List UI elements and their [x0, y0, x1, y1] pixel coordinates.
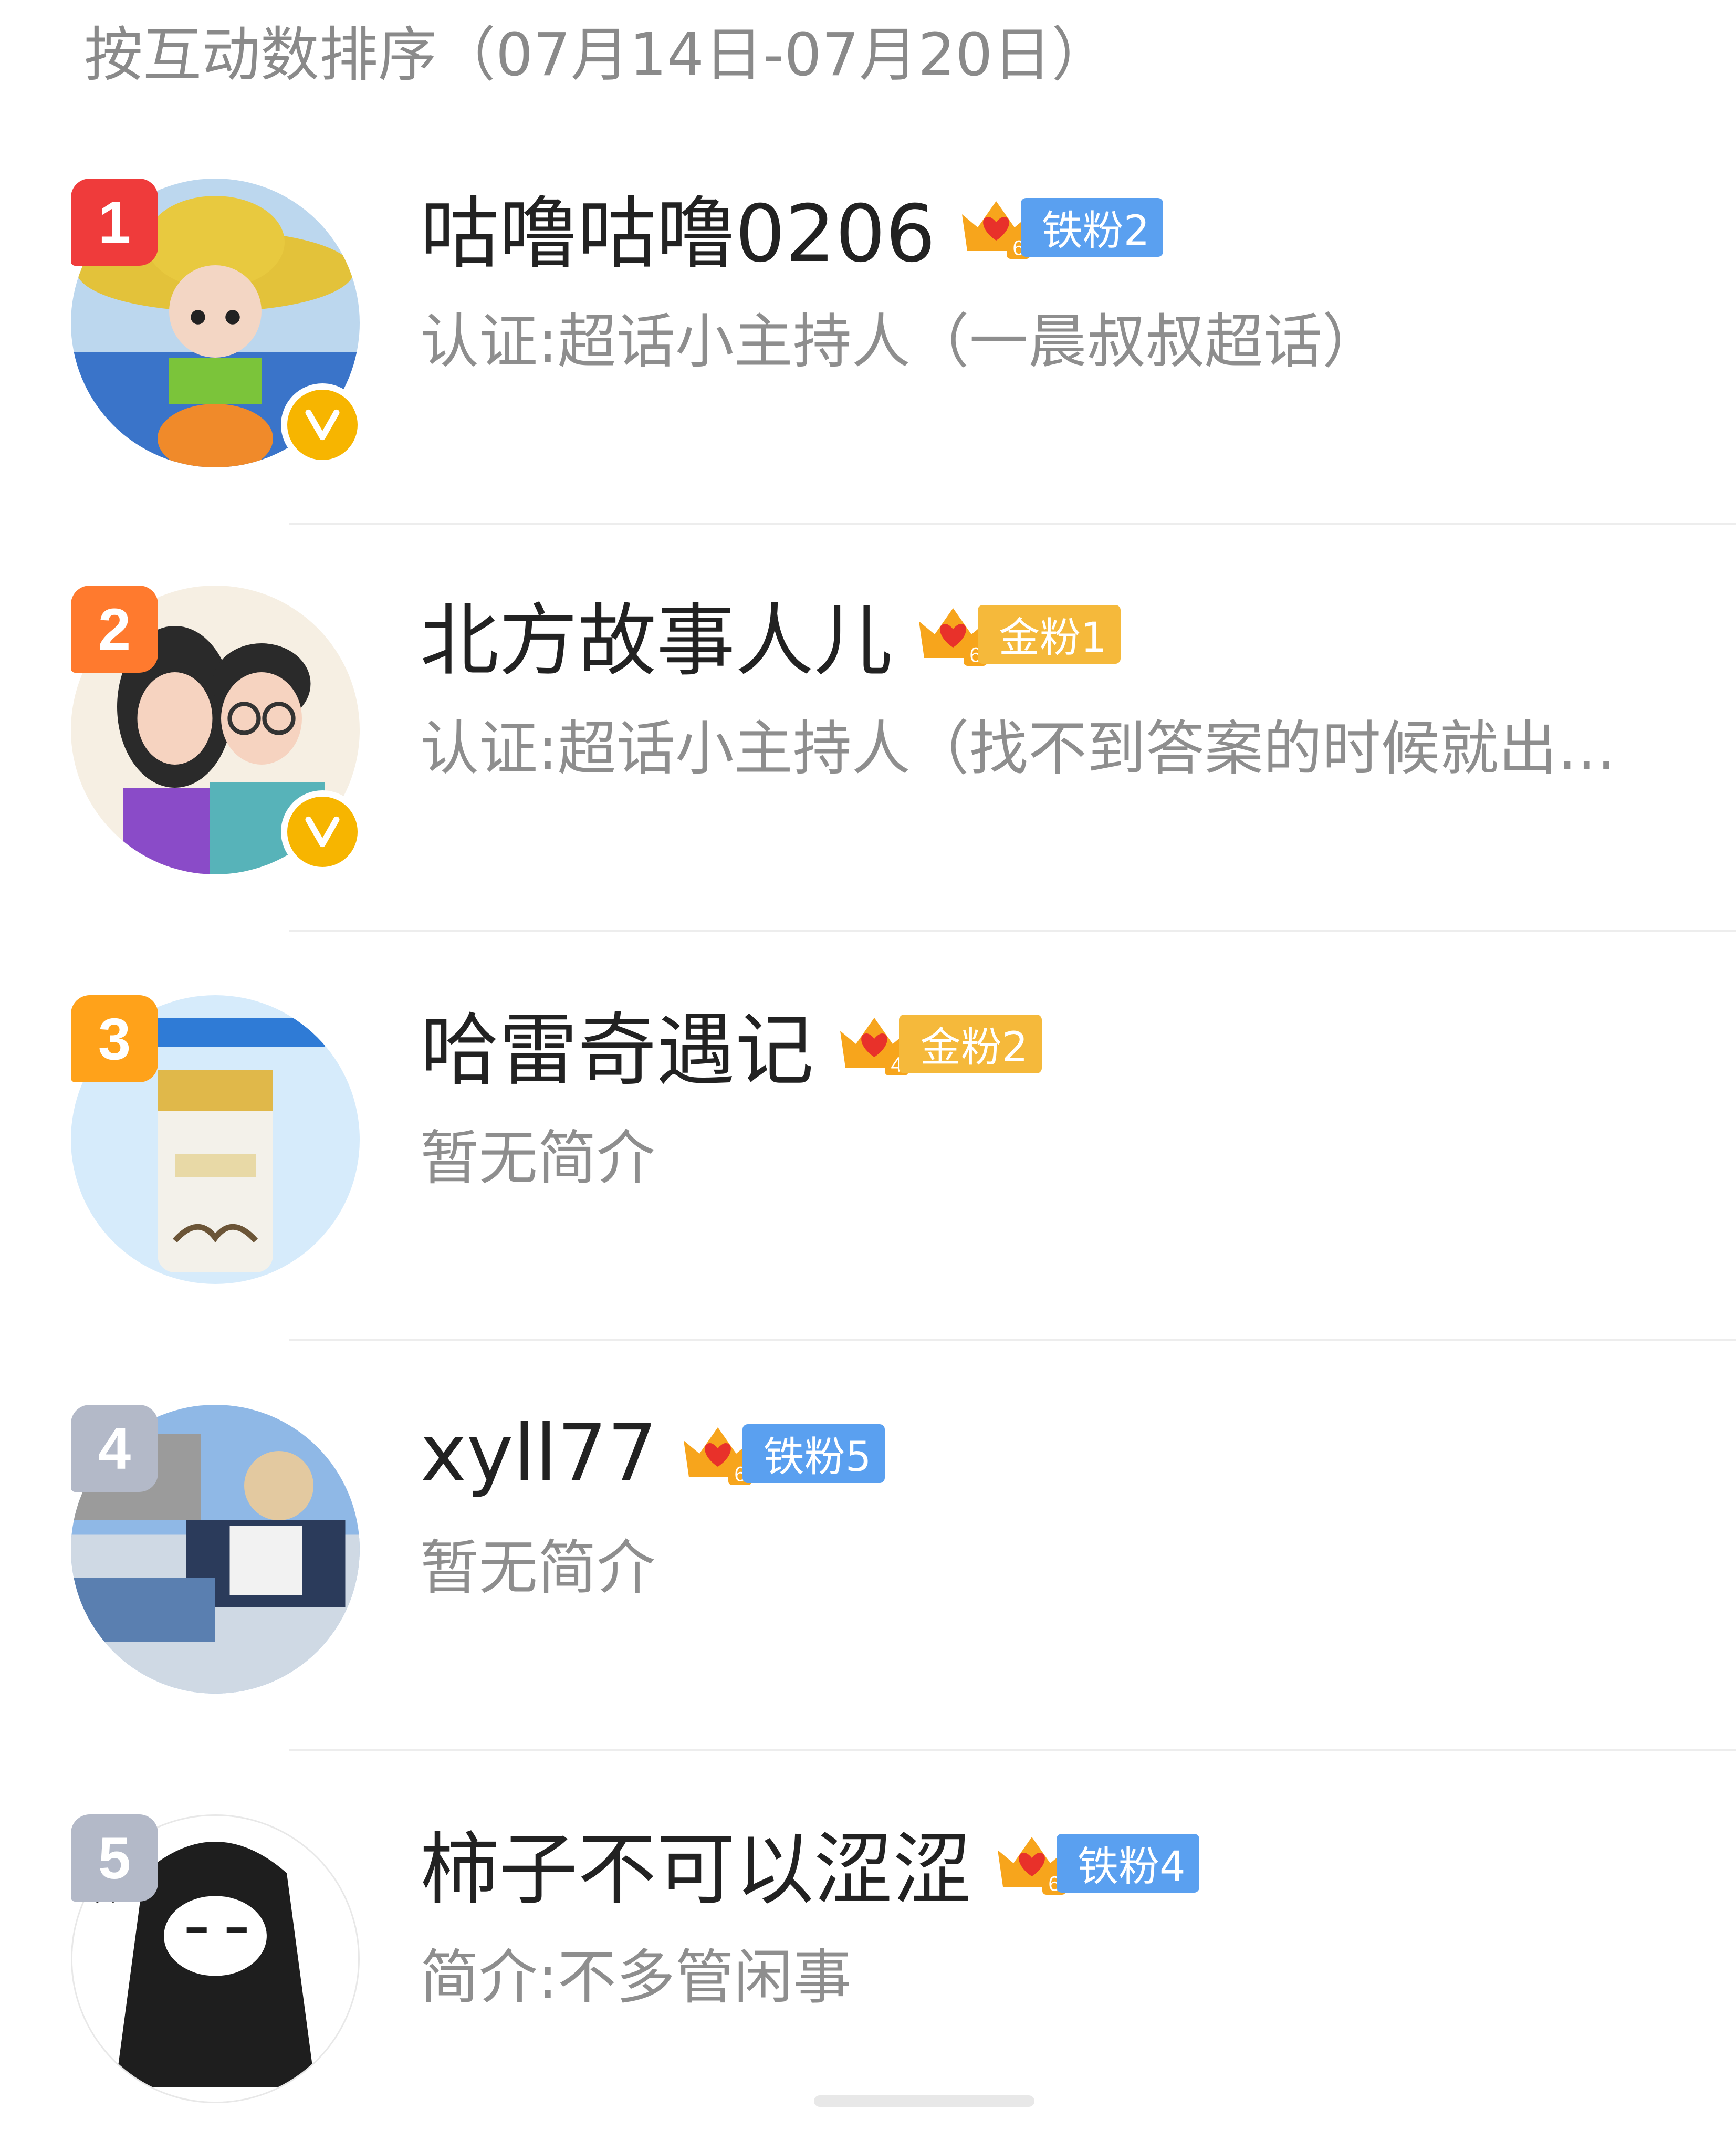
badge-label: 铁粉4 — [1057, 1833, 1199, 1893]
fan-row[interactable]: 1 咕噜咕噜0206 6 铁粉2 认证:超话小主持人（一晨叔叔超话） — [0, 0, 1736, 525]
fan-bio: 认证:超话小主持人（找不到答案的时候就出… — [420, 715, 1616, 783]
fan-name[interactable]: 柿子不可以涩涩 — [420, 1806, 971, 1920]
fan-name[interactable]: xyll77 — [420, 1408, 657, 1499]
rank-badge: 4 — [71, 1405, 158, 1492]
fan-name[interactable]: 哈雷奇遇记 — [420, 987, 814, 1101]
rank-badge: 5 — [71, 1814, 158, 1902]
rank-badge: 3 — [71, 995, 158, 1082]
fan-badge[interactable]: 4 金粉2 — [835, 1010, 1042, 1078]
fan-badge[interactable]: 6 金粉1 — [914, 600, 1121, 669]
fan-row[interactable]: 4 xyll77 6 铁粉5 暂无简介 — [0, 1226, 1736, 1751]
fan-badge[interactable]: 6 铁粉2 — [957, 193, 1164, 262]
fan-badge[interactable]: 6 铁粉4 — [992, 1829, 1199, 1897]
avatar-container[interactable]: 5 — [71, 1814, 360, 2103]
fan-row[interactable]: 2 北方故事人儿 6 金粉1 认证:超话小主持人（找不到答案的时候就出… — [0, 407, 1736, 932]
badge-label: 金粉1 — [978, 604, 1121, 664]
rank-badge: 2 — [71, 586, 158, 673]
fan-bio: 暂无简介 — [420, 1534, 655, 1602]
fan-bio: 认证:超话小主持人（一晨叔叔超话） — [420, 308, 1381, 376]
badge-label: 铁粉5 — [742, 1424, 885, 1483]
fan-badge[interactable]: 6 铁粉5 — [678, 1419, 885, 1488]
home-indicator — [814, 2095, 1034, 2107]
badge-label: 金粉2 — [899, 1014, 1042, 1073]
fan-row[interactable]: 5 柿子不可以涩涩 6 铁粉4 简介:不多管闲事 — [0, 1636, 1736, 2103]
fan-name[interactable]: 北方故事人儿 — [420, 577, 893, 691]
fan-bio: 暂无简介 — [420, 1124, 655, 1193]
rank-badge: 1 — [71, 179, 158, 266]
fan-name[interactable]: 咕噜咕噜0206 — [420, 170, 936, 284]
fan-row[interactable]: 3 哈雷奇遇记 4 金粉2 暂无简介 — [0, 817, 1736, 1341]
badge-label: 铁粉2 — [1020, 197, 1164, 257]
fan-bio: 简介:不多管闲事 — [420, 1944, 852, 2012]
